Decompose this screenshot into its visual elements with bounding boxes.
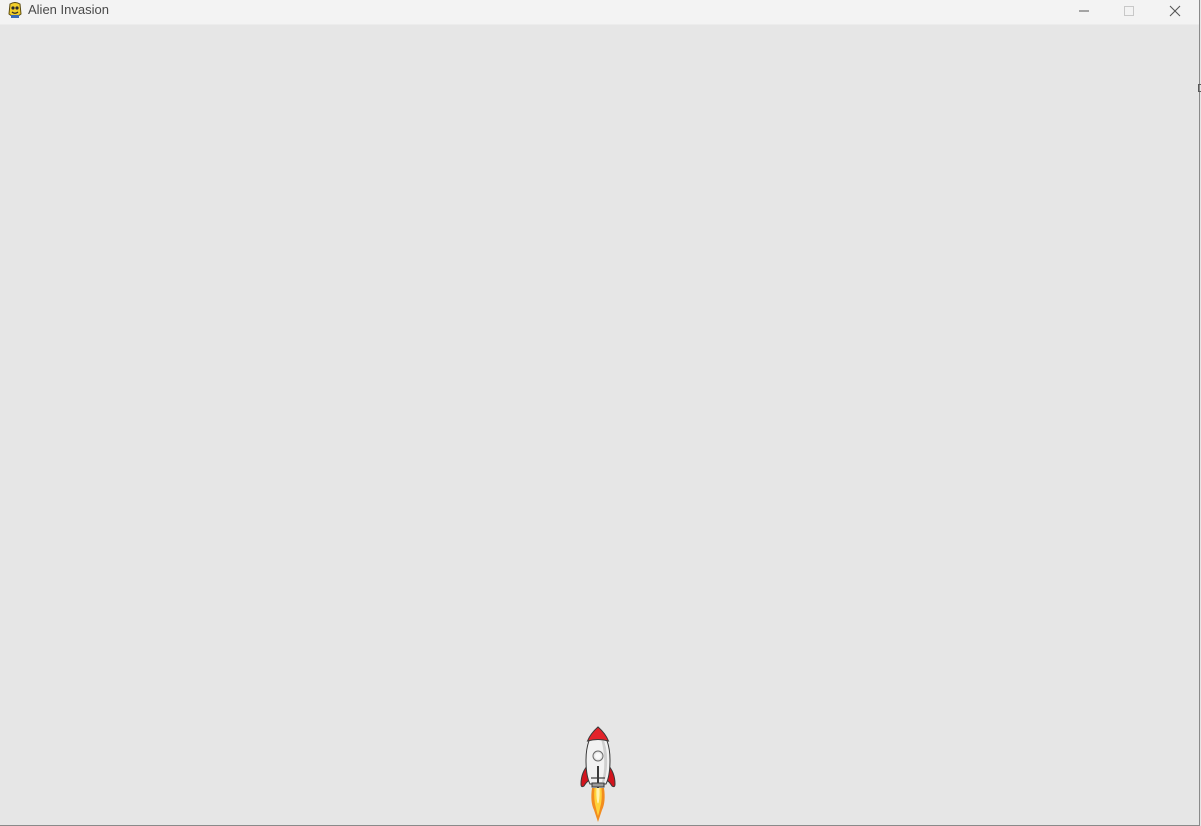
window-title: Alien Invasion xyxy=(28,2,109,17)
close-button[interactable] xyxy=(1152,0,1198,22)
minimize-button[interactable] xyxy=(1061,0,1107,22)
maximize-button[interactable] xyxy=(1106,0,1152,22)
maximize-icon xyxy=(1124,6,1134,16)
rocket-ship-icon xyxy=(580,726,616,822)
game-canvas[interactable] xyxy=(0,25,1199,825)
pygame-icon xyxy=(7,2,23,19)
player-ship[interactable] xyxy=(578,726,618,824)
close-icon xyxy=(1169,5,1181,17)
game-window: Alien Invasion xyxy=(0,0,1200,826)
title-bar[interactable]: Alien Invasion xyxy=(0,0,1199,25)
minimize-icon xyxy=(1079,10,1089,12)
